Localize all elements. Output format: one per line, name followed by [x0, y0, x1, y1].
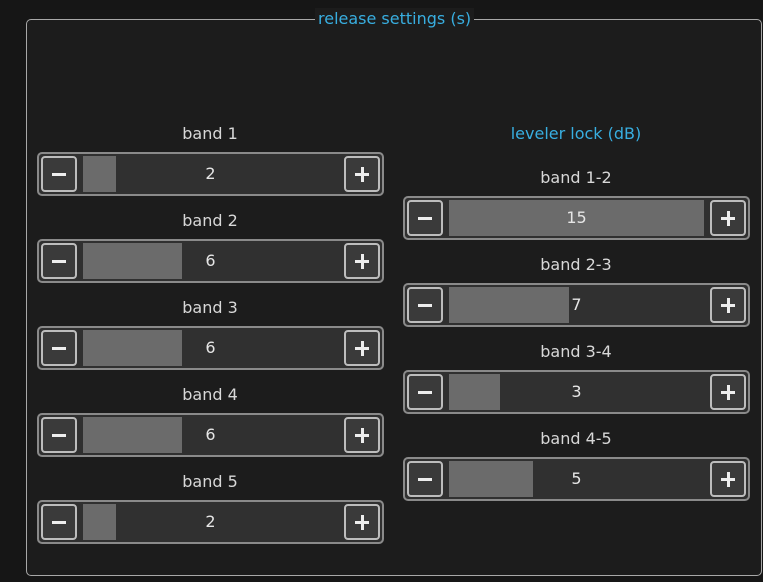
band-3-4-slider[interactable]: 3 [449, 374, 704, 410]
band-2-value: 6 [205, 251, 216, 270]
band-3-4-label: band 3-4 [540, 342, 612, 361]
band-1-2-label: band 1-2 [540, 168, 612, 187]
minus-icon [52, 260, 66, 263]
minus-icon [52, 434, 66, 437]
band-5-label: band 5 [182, 472, 238, 491]
band-3-decrement-button[interactable] [41, 330, 77, 366]
band-2-slider[interactable]: 6 [83, 243, 338, 279]
minus-icon [52, 173, 66, 176]
band-1-2-slider[interactable]: 15 [449, 200, 704, 236]
band-5-slider[interactable]: 2 [83, 504, 338, 540]
band-2-3-slider[interactable]: 7 [449, 287, 704, 323]
band-1-value: 2 [205, 164, 216, 183]
band-4-5-value: 5 [571, 469, 582, 488]
minus-icon [52, 521, 66, 524]
band-2-3-label: band 2-3 [540, 255, 612, 274]
band-3-4-decrement-button[interactable] [407, 374, 443, 410]
band-4-value: 6 [205, 425, 216, 444]
band-4-increment-button[interactable] [344, 417, 380, 453]
band-2-decrement-button[interactable] [41, 243, 77, 279]
leveler-lock-title: leveler lock (dB) [510, 124, 642, 143]
band-2-3-stepper[interactable]: 7 [403, 283, 750, 327]
band-2-increment-button[interactable] [344, 243, 380, 279]
band-2-3-decrement-button[interactable] [407, 287, 443, 323]
band-3-4-stepper[interactable]: 3 [403, 370, 750, 414]
minus-icon [418, 217, 432, 220]
band-3-stepper[interactable]: 6 [37, 326, 384, 370]
band-1-decrement-button[interactable] [41, 156, 77, 192]
band-1-slider[interactable]: 2 [83, 156, 338, 192]
band-1-stepper[interactable]: 2 [37, 152, 384, 196]
minus-icon [418, 391, 432, 394]
band-3-value: 6 [205, 338, 216, 357]
band-4-label: band 4 [182, 385, 238, 404]
minus-icon [418, 478, 432, 481]
band-2-3-value: 7 [571, 295, 582, 314]
band-3-label: band 3 [182, 298, 238, 317]
band-4-5-stepper[interactable]: 5 [403, 457, 750, 501]
minus-icon [52, 347, 66, 350]
band-1-2-decrement-button[interactable] [407, 200, 443, 236]
band-5-increment-button[interactable] [344, 504, 380, 540]
band-2-label: band 2 [182, 211, 238, 230]
band-5-value: 2 [205, 512, 216, 531]
band-1-2-value: 15 [566, 208, 587, 227]
band-4-5-label: band 4-5 [540, 429, 612, 448]
band-5-decrement-button[interactable] [41, 504, 77, 540]
band-3-4-increment-button[interactable] [710, 374, 746, 410]
band-4-decrement-button[interactable] [41, 417, 77, 453]
band-4-5-increment-button[interactable] [710, 461, 746, 497]
band-3-4-value: 3 [571, 382, 582, 401]
band-3-increment-button[interactable] [344, 330, 380, 366]
band-5-stepper[interactable]: 2 [37, 500, 384, 544]
band-4-stepper[interactable]: 6 [37, 413, 384, 457]
band-4-5-decrement-button[interactable] [407, 461, 443, 497]
minus-icon [418, 304, 432, 307]
band-1-increment-button[interactable] [344, 156, 380, 192]
band-4-slider[interactable]: 6 [83, 417, 338, 453]
band-3-slider[interactable]: 6 [83, 330, 338, 366]
band-1-2-increment-button[interactable] [710, 200, 746, 236]
band-1-2-stepper[interactable]: 15 [403, 196, 750, 240]
band-2-3-increment-button[interactable] [710, 287, 746, 323]
band-1-label: band 1 [182, 124, 238, 143]
band-4-5-slider[interactable]: 5 [449, 461, 704, 497]
panel-title: release settings (s) [315, 8, 475, 30]
band-2-stepper[interactable]: 6 [37, 239, 384, 283]
